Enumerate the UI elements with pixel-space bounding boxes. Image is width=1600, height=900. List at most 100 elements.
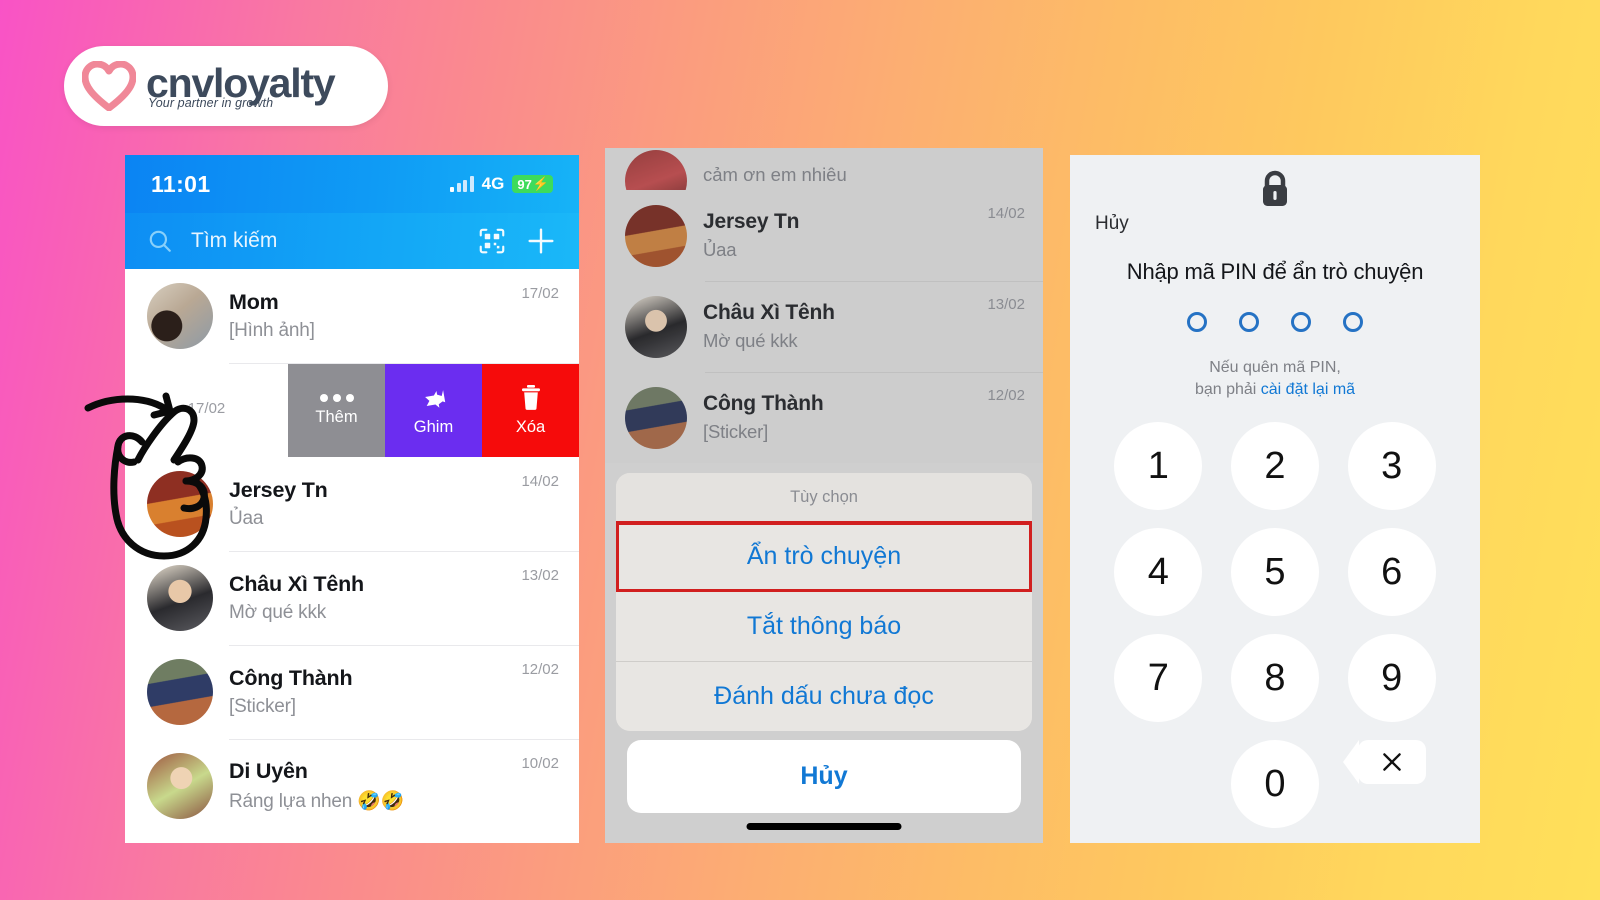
table-row[interactable]: Di Uyên Ráng lựa nhen 🤣🤣 10/02 xyxy=(125,739,579,833)
chat-preview: Ủaa xyxy=(703,239,737,260)
key-9[interactable]: 9 xyxy=(1347,634,1436,723)
chat-date: 13/02 xyxy=(521,567,559,584)
pin-dot xyxy=(1187,312,1207,332)
swipe-delete-button[interactable]: Xóa xyxy=(482,363,579,457)
avatar xyxy=(625,204,687,267)
pin-dots xyxy=(1070,312,1480,332)
pin-dot xyxy=(1291,312,1311,332)
pin-dot xyxy=(1239,312,1259,332)
backspace-icon[interactable] xyxy=(1342,740,1426,785)
charging-icon: ⚡ xyxy=(532,176,549,191)
key-5[interactable]: 5 xyxy=(1230,528,1319,617)
key-8[interactable]: 8 xyxy=(1230,634,1319,723)
screen-pin-entry: Hủy Nhập mã PIN để ẩn trò chuyện Nếu quê… xyxy=(1070,155,1480,843)
chat-name: Mom xyxy=(229,290,279,314)
status-time: 11:01 xyxy=(151,170,211,197)
avatar xyxy=(625,150,687,190)
key-3[interactable]: 3 xyxy=(1347,422,1436,511)
chat-preview: Ủaa xyxy=(229,508,264,529)
key-blank xyxy=(1114,740,1202,828)
chat-preview: [Sticker] xyxy=(229,696,296,717)
forgot-pin-hint: Nếu quên mã PIN, bạn phải cài đặt lại mã xyxy=(1070,357,1480,400)
action-sheet-group: Tùy chọn Ẩn trò chuyện Tắt thông báo Đán… xyxy=(616,473,1032,731)
chat-date: 10/02 xyxy=(521,755,559,772)
chat-date: 12/02 xyxy=(987,387,1025,404)
key-4[interactable]: 4 xyxy=(1114,528,1203,617)
brand-tagline: Your partner in growth xyxy=(148,95,274,110)
search-icon xyxy=(149,230,171,252)
avatar xyxy=(147,565,213,631)
pin-dot xyxy=(1343,312,1363,332)
action-hide-conversation[interactable]: Ẩn trò chuyện xyxy=(616,521,1032,593)
table-row[interactable]: Công Thành [Sticker] 12/02 xyxy=(125,645,579,739)
lock-icon-wrap xyxy=(1070,169,1480,209)
status-bar: 11:01 4G 97 ⚡ xyxy=(125,155,579,213)
table-row[interactable]: Jersey Tn Ủaa 14/02 xyxy=(605,190,1043,281)
swipe-delete-label: Xóa xyxy=(515,417,546,436)
search-bar[interactable]: Tìm kiếm xyxy=(125,213,579,269)
chat-name: Châu Xì Tênh xyxy=(703,301,835,324)
home-indicator xyxy=(746,823,902,830)
table-row[interactable]: Châu Xì Tênh Mờ qué kkk 13/02 xyxy=(125,551,579,645)
chat-preview: Ráng lựa nhen 🤣🤣 xyxy=(229,791,405,812)
chat-date: 14/02 xyxy=(987,205,1025,222)
swipe-more-label: Thêm xyxy=(315,407,358,426)
hint-line-2-prefix: bạn phải xyxy=(1194,380,1261,398)
avatar xyxy=(625,295,687,358)
trash-icon xyxy=(521,384,540,410)
key-6[interactable]: 6 xyxy=(1347,528,1436,617)
lock-icon xyxy=(1263,170,1287,206)
action-mute-notifications[interactable]: Tắt thông báo xyxy=(616,592,1032,662)
swipe-pin-label: Ghim xyxy=(413,417,454,436)
more-dots-icon xyxy=(319,393,354,402)
chat-date: 17/02 xyxy=(521,285,559,302)
key-0[interactable]: 0 xyxy=(1230,740,1319,829)
pin-icon xyxy=(424,389,445,408)
cancel-button[interactable]: Hủy xyxy=(627,740,1021,813)
screen-chat-list: 11:01 4G 97 ⚡ Tìm kiếm Mom [Hình ảnh] 17… xyxy=(125,155,579,843)
chat-preview: Mờ qué kkk xyxy=(703,330,798,351)
search-input[interactable]: Tìm kiếm xyxy=(191,229,459,253)
key-2[interactable]: 2 xyxy=(1230,422,1319,511)
action-sheet-title: Tùy chọn xyxy=(616,473,1032,522)
key-1[interactable]: 1 xyxy=(1114,422,1203,511)
backspace-x-glyph xyxy=(1382,753,1401,771)
avatar xyxy=(147,659,213,725)
chat-preview: Mờ qué kkk xyxy=(229,602,327,623)
table-row[interactable]: Châu Xì Tênh Mờ qué kkk 13/02 xyxy=(605,281,1043,372)
reset-pin-link[interactable]: cài đặt lại mã xyxy=(1261,381,1355,398)
chat-preview: [Hình ảnh] xyxy=(229,320,315,341)
screen-action-sheet: cảm ơn em nhiêu Jersey Tn Ủaa 14/02 Châu… xyxy=(605,148,1043,843)
qr-scan-icon[interactable] xyxy=(477,226,507,256)
avatar xyxy=(625,386,687,449)
cancel-button[interactable]: Hủy xyxy=(1095,213,1480,235)
table-row[interactable]: Mom [Hình ảnh] 17/02 xyxy=(125,269,579,363)
chat-preview: cảm ơn em nhiêu xyxy=(703,164,847,185)
network-label: 4G xyxy=(481,174,505,193)
plus-icon[interactable] xyxy=(525,225,557,257)
action-mark-unread[interactable]: Đánh dấu chưa đọc xyxy=(616,662,1032,731)
chat-name: Jersey Tn xyxy=(229,478,328,502)
dimmed-chat-list: cảm ơn em nhiêu Jersey Tn Ủaa 14/02 Châu… xyxy=(605,148,1043,463)
avatar xyxy=(147,283,213,349)
swipe-pin-button[interactable]: Ghim xyxy=(385,363,482,457)
table-row[interactable]: Công Thành [Sticker] 12/02 xyxy=(605,372,1043,463)
chat-name: Công Thành xyxy=(703,392,824,415)
heart-icon xyxy=(82,61,136,111)
chat-date: 12/02 xyxy=(521,661,559,678)
swipe-action-row: 17/02 Thêm Ghim Xóa xyxy=(125,363,579,457)
signal-icon xyxy=(450,176,474,192)
table-row[interactable]: Jersey Tn Ủaa 14/02 xyxy=(125,457,579,551)
key-7[interactable]: 7 xyxy=(1114,634,1203,723)
swipe-more-button[interactable]: Thêm xyxy=(288,363,385,457)
action-sheet: Tùy chọn Ẩn trò chuyện Tắt thông báo Đán… xyxy=(605,463,1043,813)
chat-name: Jersey Tn xyxy=(703,210,800,233)
avatar xyxy=(147,471,213,537)
chat-date: 17/02 xyxy=(187,399,226,417)
chat-name: Di Uyên xyxy=(229,759,308,783)
page-title: Nhập mã PIN để ẩn trò chuyện xyxy=(1126,259,1424,284)
pin-keypad: 1 2 3 4 5 6 7 8 9 0 xyxy=(1070,422,1480,829)
list-item-partial: cảm ơn em nhiêu xyxy=(605,148,1043,190)
hint-line-1: Nếu quên mã PIN, xyxy=(1209,359,1341,376)
avatar xyxy=(147,753,213,819)
